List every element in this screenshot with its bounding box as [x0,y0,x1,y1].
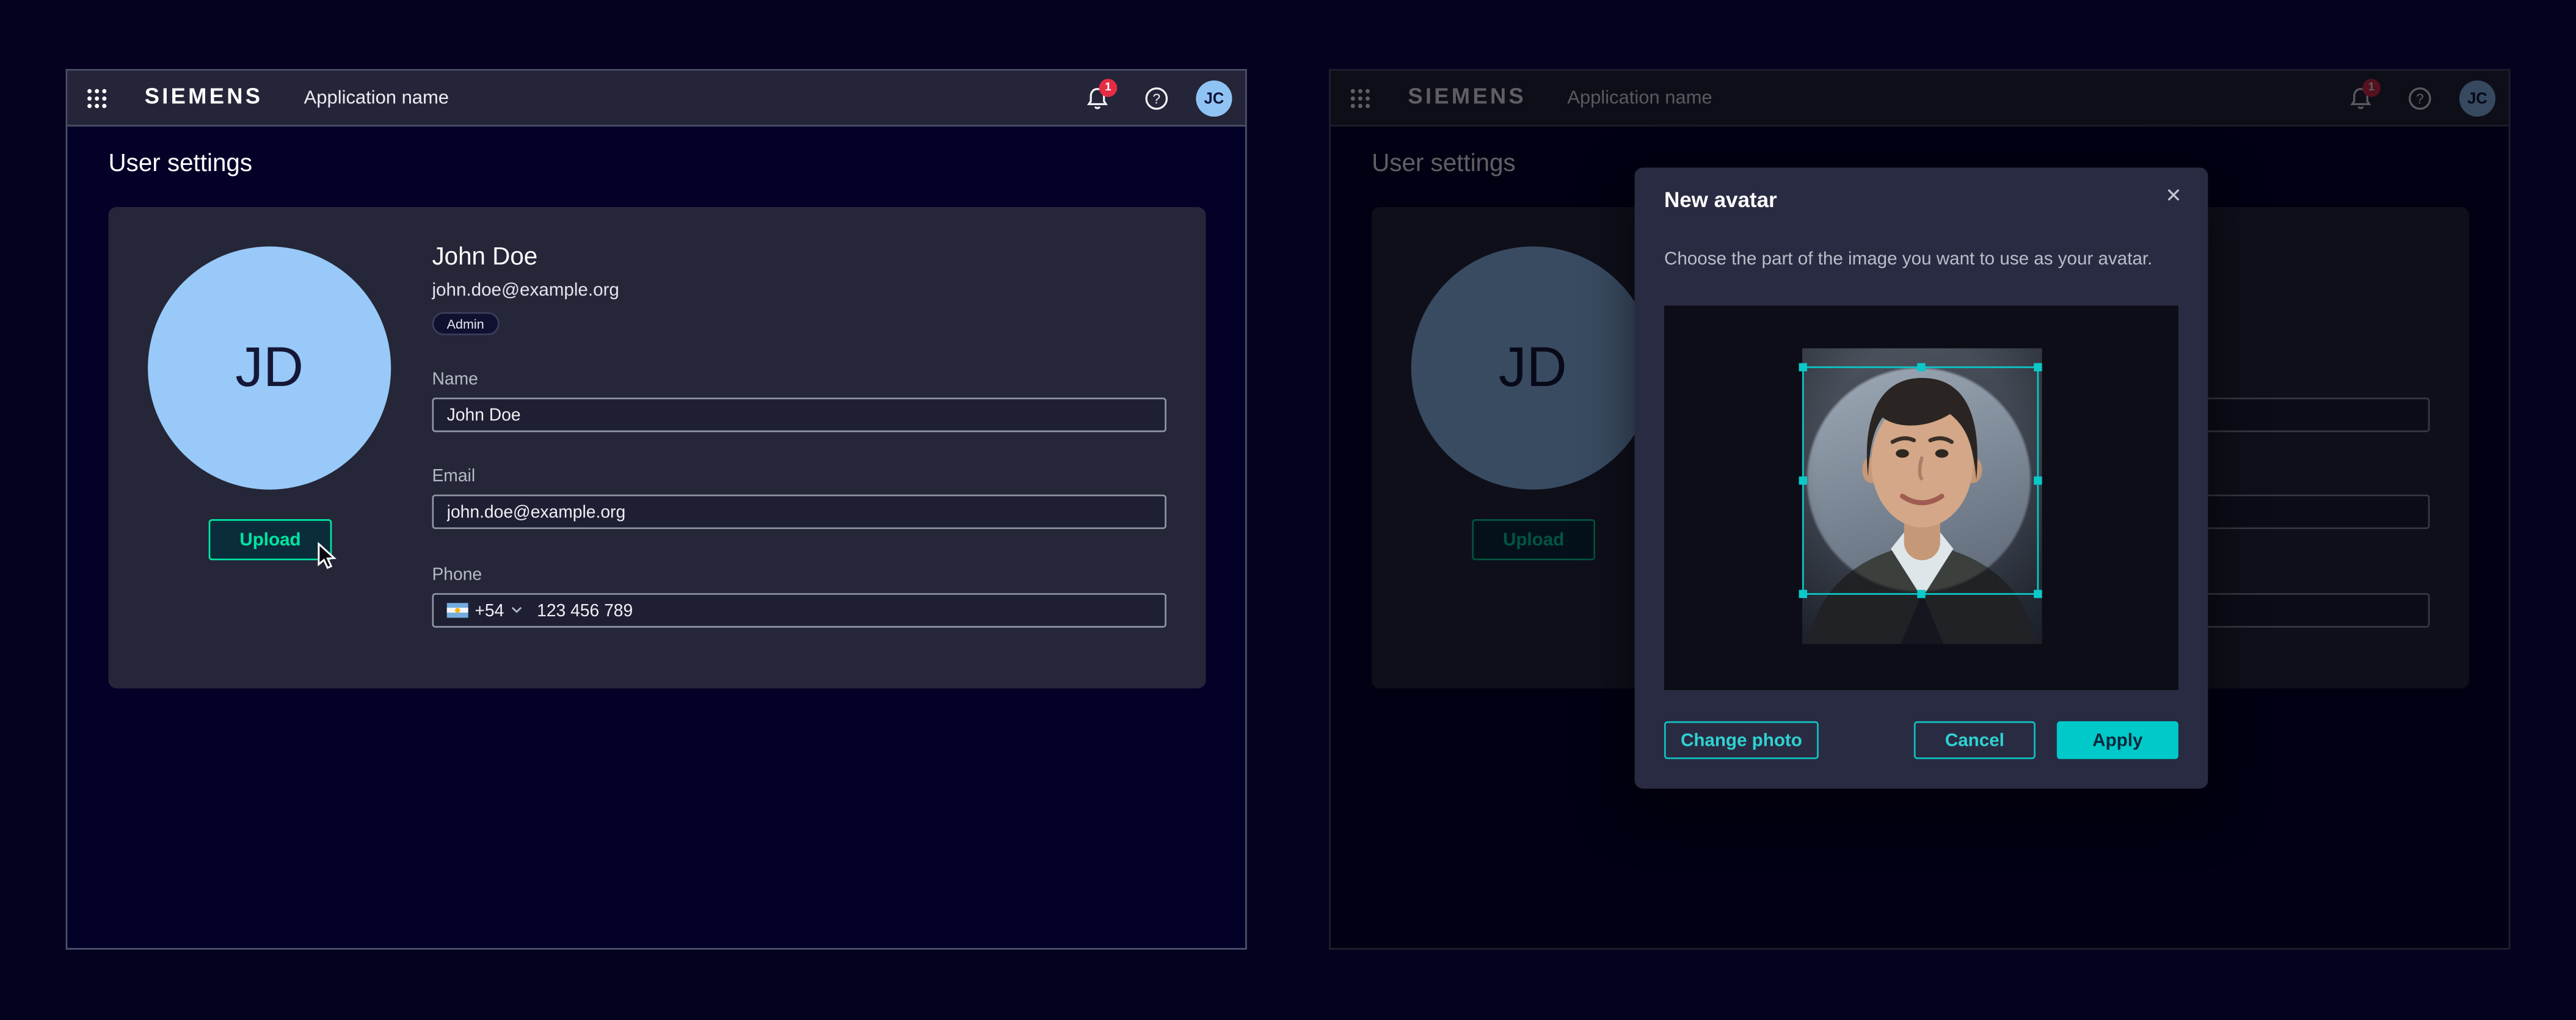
help-button[interactable]: ? [1143,86,1170,112]
crop-handle-bottom-right[interactable] [2034,590,2042,598]
user-settings-card: JD Upload John Doe john.doe@example.org … [109,207,1206,688]
app-switcher-button[interactable] [86,87,109,111]
user-settings-window-dimmed: SIEMENS Application name 1 ? JC User set… [1329,69,2510,950]
name-label: Name [432,370,478,389]
crop-handle-top-center[interactable] [1916,363,1924,371]
change-photo-button[interactable]: Change photo [1664,721,1819,759]
phone-label: Phone [432,565,482,585]
new-avatar-modal: New avatar ✕ Choose the part of the imag… [1635,167,2208,789]
crop-handle-middle-right[interactable] [2034,476,2042,484]
screenshot-stage: SIEMENS Application name 1 ? JC User set… [0,0,2576,1020]
name-input[interactable] [432,398,1166,432]
modal-description: Choose the part of the image you want to… [1664,250,2160,272]
argentina-flag-icon [447,603,468,617]
role-badge: Admin [432,312,498,335]
modal-title: New avatar [1664,188,1777,212]
cancel-button[interactable]: Cancel [1914,721,2036,759]
crop-handle-top-right[interactable] [2034,363,2042,371]
email-input[interactable] [432,495,1166,529]
profile-email: john.doe@example.org [432,281,619,301]
email-label: Email [432,467,475,486]
phone-input[interactable]: +54 123 456 789 [432,593,1166,627]
svg-text:?: ? [1152,90,1160,106]
profile-avatar: JD [148,247,391,490]
crop-handle-bottom-center[interactable] [1916,590,1924,598]
phone-number: 123 456 789 [537,600,633,620]
apps-grid-icon [86,87,109,111]
close-icon[interactable]: ✕ [2160,183,2186,209]
application-name: Application name [304,89,449,108]
crop-handle-top-left[interactable] [1799,363,1807,371]
crop-handle-bottom-left[interactable] [1799,590,1807,598]
dial-code[interactable]: +54 [475,600,504,620]
apply-button[interactable]: Apply [2057,721,2178,759]
siemens-logo: SIEMENS [145,84,263,108]
profile-name: John Doe [432,243,537,271]
upload-button[interactable]: Upload [209,519,332,560]
help-icon: ? [1143,86,1170,112]
page-title: User settings [109,150,253,178]
app-header: SIEMENS Application name 1 ? JC [67,71,1245,126]
user-settings-window: SIEMENS Application name 1 ? JC User set… [66,69,1247,950]
header-user-avatar[interactable]: JC [1196,81,1232,117]
notification-badge: 1 [1099,79,1118,97]
avatar-crop-area [1664,305,2178,690]
chevron-down-icon[interactable] [511,607,522,614]
crop-handle-middle-left[interactable] [1799,476,1807,484]
notifications-button[interactable]: 1 [1084,86,1110,112]
crop-selection[interactable] [1802,366,2039,595]
